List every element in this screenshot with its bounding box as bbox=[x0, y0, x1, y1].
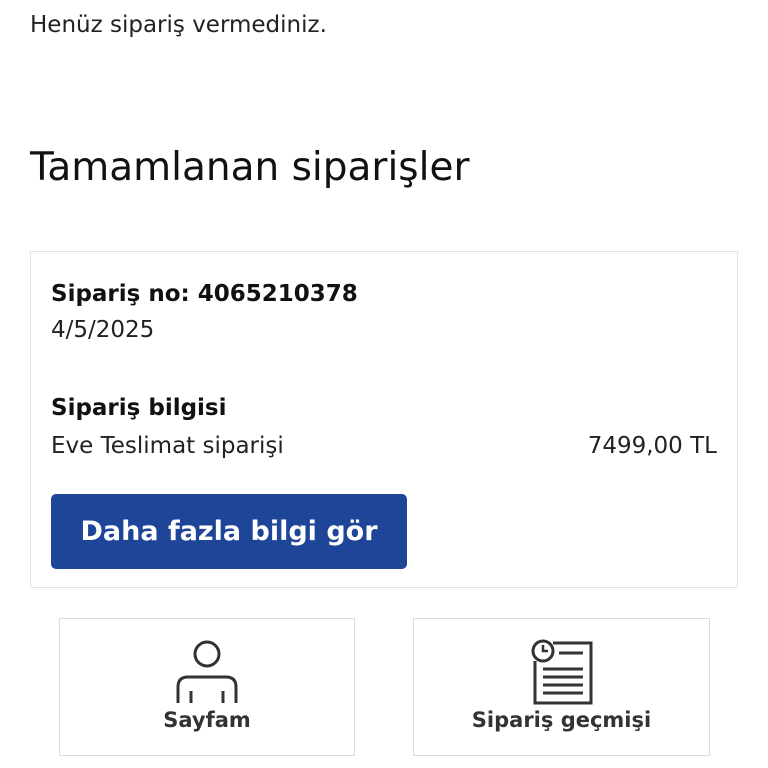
order-history-tile[interactable]: Sipariş geçmişi bbox=[413, 618, 710, 756]
order-info-title: Sipariş bilgisi bbox=[51, 395, 227, 421]
order-history-label: Sipariş geçmişi bbox=[471, 708, 652, 732]
my-page-label: Sayfam bbox=[163, 708, 251, 732]
more-info-button[interactable]: Daha fazla bilgi gör bbox=[51, 494, 407, 569]
page: Henüz sipariş vermediniz. Tamamlanan sip… bbox=[0, 0, 768, 768]
order-type: Eve Teslimat siparişi bbox=[51, 433, 284, 459]
order-total: 7499,00 TL bbox=[587, 433, 717, 459]
completed-orders-title: Tamamlanan siparişler bbox=[30, 145, 470, 190]
order-history-icon bbox=[531, 639, 592, 705]
order-number: Sipariş no: 4065210378 bbox=[51, 281, 358, 307]
order-card: Sipariş no: 4065210378 4/5/2025 Sipariş … bbox=[30, 251, 738, 588]
my-page-tile[interactable]: Sayfam bbox=[59, 618, 355, 756]
user-icon bbox=[176, 640, 238, 703]
order-info-row: Eve Teslimat siparişi 7499,00 TL bbox=[51, 430, 717, 462]
no-orders-message: Henüz sipariş vermediniz. bbox=[30, 12, 327, 38]
order-date: 4/5/2025 bbox=[51, 317, 155, 343]
